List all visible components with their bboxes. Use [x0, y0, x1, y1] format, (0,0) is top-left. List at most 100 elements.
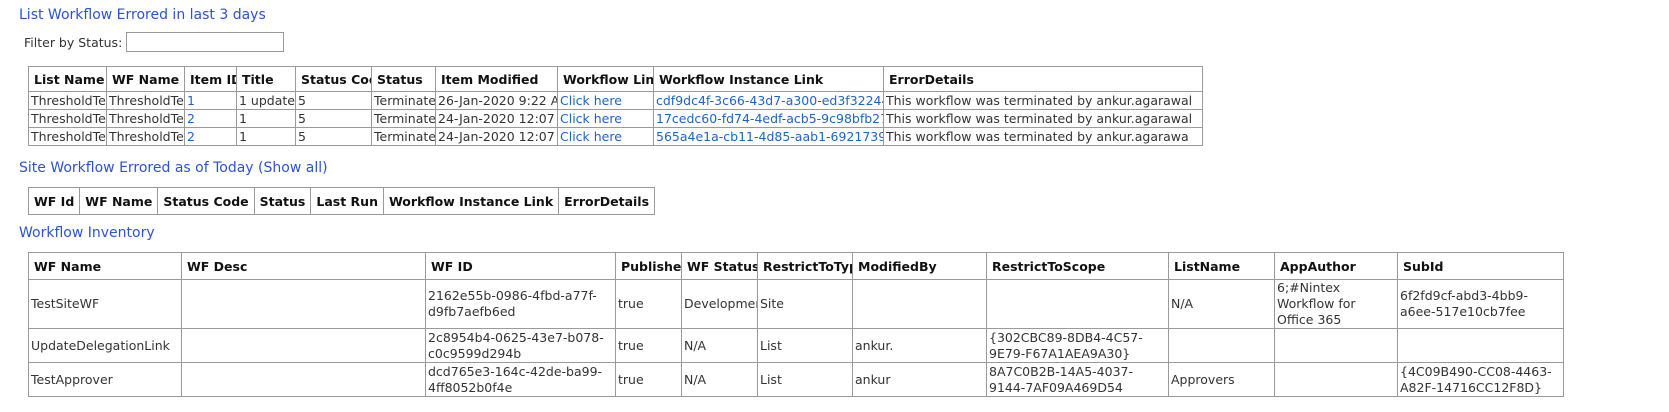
col-workflow-link[interactable]: Workflow Link	[557, 66, 654, 92]
instance-link[interactable]: 17cedc60-fd74-4edf-acb5-9c98bfb2762c	[656, 111, 883, 126]
status-cell: Terminated	[371, 109, 436, 128]
workflow-link[interactable]: Click here	[560, 93, 622, 108]
wf-name-cell: TestSiteWF	[28, 279, 182, 329]
show-all-link[interactable]: (Show all)	[258, 160, 328, 176]
restrict-scope-cell	[986, 279, 1169, 329]
title-cell: 1 updated	[236, 91, 296, 110]
status-filter-input[interactable]	[126, 32, 285, 52]
wf-id-cell: dcd765e3-164c-42de-ba99-4ff8052b0f4e	[425, 362, 616, 397]
published-cell: true	[615, 328, 682, 363]
site-errored-title-text: Site Workflow Errored as of Today	[19, 160, 254, 176]
col-instance-link[interactable]: Workflow Instance Link	[382, 187, 560, 215]
table-header-row: List Name WF Name Item ID Title Status C…	[28, 66, 1203, 92]
col-instance-link[interactable]: Workflow Instance Link	[653, 66, 884, 92]
wf-name-cell: ThresholdTest	[106, 91, 185, 110]
table-header-row: WF Id WF Name Status Code Status Last Ru…	[27, 187, 656, 215]
list-errored-title: List Workflow Errored in last 3 days	[19, 7, 266, 23]
wf-name-cell: TestApprover	[28, 362, 182, 397]
published-cell: true	[615, 279, 682, 329]
workflow-inventory-table: WF Name WF Desc WF ID Published WF Statu…	[28, 252, 1564, 397]
item-modified-cell: 26-Jan-2020 9:22 AM	[435, 91, 558, 110]
modified-by-cell	[852, 279, 987, 329]
col-item-modified[interactable]: Item Modified	[435, 66, 558, 92]
col-last-run[interactable]: Last Run	[310, 187, 384, 215]
wf-desc-cell	[181, 362, 426, 397]
col-restrict-type[interactable]: RestrictToType	[757, 252, 853, 280]
filter-label: Filter by Status:	[24, 34, 123, 50]
col-error-details[interactable]: ErrorDetails	[558, 187, 656, 215]
wf-name-cell: UpdateDelegationLink	[28, 328, 182, 363]
table-row: TestApprover dcd765e3-164c-42de-ba99-4ff…	[28, 362, 1564, 397]
wf-name-cell: ThresholdTest	[106, 109, 185, 128]
col-list-name[interactable]: ListName	[1168, 252, 1275, 280]
col-wf-id[interactable]: WF Id	[27, 187, 81, 215]
title-cell: 1	[236, 127, 296, 146]
error-details-cell: This workflow was terminated by ankur.ag…	[883, 91, 1203, 110]
app-author-cell	[1274, 362, 1398, 397]
wf-status-cell: N/A	[681, 328, 758, 363]
sub-id-cell: {4C09B490-CC08-4463-A82F-14716CC12F8D}	[1397, 362, 1564, 397]
item-id-link[interactable]: 1	[187, 93, 195, 108]
col-modified-by[interactable]: ModifiedBy	[852, 252, 987, 280]
col-wf-name[interactable]: WF Name	[106, 66, 185, 92]
col-app-author[interactable]: AppAuthor	[1274, 252, 1398, 280]
status-code-cell: 5	[295, 91, 372, 110]
wf-desc-cell	[181, 328, 426, 363]
status-cell: Terminated	[371, 127, 436, 146]
restrict-scope-cell: {302CBC89-8DB4-4C57-9E79-F67A1AEA9A30}	[986, 328, 1169, 363]
workflow-inventory-title: Workflow Inventory	[19, 225, 155, 241]
instance-link[interactable]: cdf9dc4f-3c66-43d7-a300-ed3f32244969	[656, 93, 883, 108]
status-cell: Terminated	[371, 91, 436, 110]
item-modified-cell: 24-Jan-2020 12:07 PM	[435, 109, 558, 128]
col-wf-desc[interactable]: WF Desc	[181, 252, 426, 280]
col-published[interactable]: Published	[615, 252, 682, 280]
wf-status-cell: N/A	[681, 362, 758, 397]
col-error-details[interactable]: ErrorDetails	[883, 66, 1203, 92]
col-wf-status[interactable]: WF Status	[681, 252, 758, 280]
list-name-cell: N/A	[1168, 279, 1275, 329]
site-errored-table: WF Id WF Name Status Code Status Last Ru…	[27, 187, 656, 215]
site-errored-title: Site Workflow Errored as of Today (Show …	[19, 160, 328, 176]
wf-id-cell: 2c8954b4-0625-43e7-b078-c0c9599d294b	[425, 328, 616, 363]
list-name-cell	[1168, 328, 1275, 363]
col-restrict-scope[interactable]: RestrictToScope	[986, 252, 1169, 280]
col-wf-name[interactable]: WF Name	[79, 187, 159, 215]
restrict-scope-cell: 8A7C0B2B-14A5-4037-9144-7AF09A469D54	[986, 362, 1169, 397]
col-status-code[interactable]: Status Code	[157, 187, 255, 215]
table-row: ThresholdTest ThresholdTest 1 1 updated …	[28, 91, 1203, 110]
modified-by-cell: ankur	[852, 362, 987, 397]
instance-link[interactable]: 565a4e1a-cb11-4d85-aab1-69217393fbd5	[656, 129, 883, 144]
status-filter: Filter by Status:	[24, 32, 285, 52]
wf-desc-cell	[181, 279, 426, 329]
sub-id-cell: 6f2fd9cf-abd3-4bb9-a6ee-517e10cb7fee	[1397, 279, 1564, 329]
col-status-code[interactable]: Status Code	[295, 66, 372, 92]
col-title[interactable]: Title	[236, 66, 296, 92]
sub-id-cell	[1397, 328, 1564, 363]
col-wf-name[interactable]: WF Name	[28, 252, 182, 280]
app-author-cell	[1274, 328, 1398, 363]
wf-status-cell: Development	[681, 279, 758, 329]
col-item-id[interactable]: Item ID	[184, 66, 237, 92]
wf-id-cell: 2162e55b-0986-4fbd-a77f-d9fb7aefb6ed	[425, 279, 616, 329]
list-name-cell: ThresholdTest	[28, 127, 107, 146]
workflow-link[interactable]: Click here	[560, 129, 622, 144]
col-list-name[interactable]: List Name	[28, 66, 107, 92]
table-row: ThresholdTest ThresholdTest 2 1 5 Termin…	[28, 127, 1203, 146]
item-id-link[interactable]: 2	[187, 129, 195, 144]
col-status[interactable]: Status	[253, 187, 312, 215]
col-wf-id[interactable]: WF ID	[425, 252, 616, 280]
col-status[interactable]: Status	[371, 66, 436, 92]
list-errored-table: List Name WF Name Item ID Title Status C…	[28, 66, 1203, 146]
table-header-row: WF Name WF Desc WF ID Published WF Statu…	[28, 252, 1564, 280]
status-code-cell: 5	[295, 127, 372, 146]
title-cell: 1	[236, 109, 296, 128]
item-id-link[interactable]: 2	[187, 111, 195, 126]
list-name-cell: ThresholdTest	[28, 91, 107, 110]
published-cell: true	[615, 362, 682, 397]
table-row: UpdateDelegationLink 2c8954b4-0625-43e7-…	[28, 328, 1564, 363]
status-code-cell: 5	[295, 109, 372, 128]
col-sub-id[interactable]: SubId	[1397, 252, 1564, 280]
workflow-link[interactable]: Click here	[560, 111, 622, 126]
restrict-type-cell: Site	[757, 279, 853, 329]
list-name-cell: Approvers	[1168, 362, 1275, 397]
